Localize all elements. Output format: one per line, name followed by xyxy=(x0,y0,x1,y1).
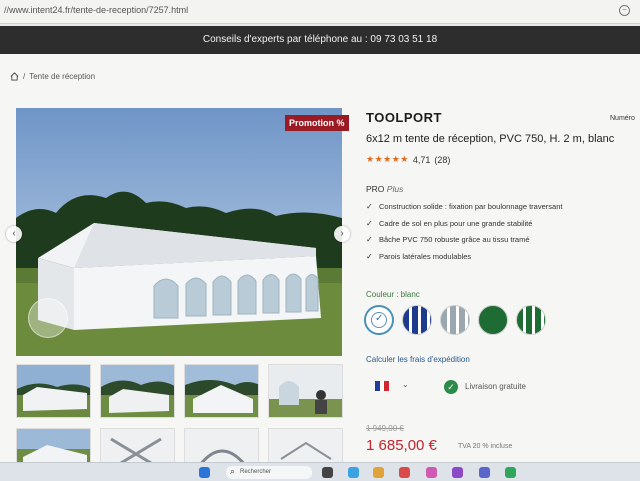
task-view-icon[interactable] xyxy=(322,467,333,478)
rating-value: 4,71 xyxy=(412,154,431,165)
taskbar-search[interactable]: Rechercher xyxy=(226,465,312,479)
color-swatch-white-selected[interactable] xyxy=(364,305,394,335)
app-icon[interactable] xyxy=(452,467,463,478)
color-swatch-green-white[interactable] xyxy=(516,305,546,335)
shipping-cost-label[interactable]: Calculer les frais d'expédition xyxy=(366,355,470,364)
list-item: ✓ Parois latérales modulables xyxy=(366,251,472,261)
current-price: 1 685,00 € xyxy=(366,437,437,454)
store-icon[interactable] xyxy=(426,467,437,478)
url-text[interactable]: //www.intent24.fr/tente-de-reception/725… xyxy=(4,5,188,15)
chevron-left-icon: ‹ xyxy=(12,228,16,239)
os-taskbar: Rechercher xyxy=(0,462,640,481)
breadcrumb-current[interactable]: Tente de réception xyxy=(29,72,95,81)
check-circle-icon xyxy=(371,312,387,328)
check-badge-icon: ✓ xyxy=(444,380,458,394)
color-swatch-green[interactable] xyxy=(478,305,508,335)
color-label: Couleur : blanc xyxy=(366,290,420,299)
pro-suffix: Plus xyxy=(386,184,404,194)
gallery-next-button[interactable]: › xyxy=(334,226,350,242)
taskbar-search-text: Rechercher xyxy=(240,469,272,475)
france-flag-icon[interactable] xyxy=(375,381,390,391)
breadcrumb: / Tente de réception xyxy=(10,72,95,81)
check-icon: ✓ xyxy=(366,202,373,211)
windows-start-icon[interactable] xyxy=(199,467,210,478)
free-shipping-text: Livraison gratuite xyxy=(465,382,526,391)
check-icon: ✓ xyxy=(366,251,373,261)
product-title: 6x12 m tente de réception, PVC 750, H. 2… xyxy=(366,133,615,145)
list-item: ✓ Construction solide : fixation par boul… xyxy=(366,202,563,211)
phone-banner: Conseils d'experts par téléphone au : 09… xyxy=(0,26,640,54)
thumbnail-2[interactable] xyxy=(100,364,175,418)
item-number-label: Numéro xyxy=(610,115,635,122)
app-icon[interactable] xyxy=(505,467,516,478)
rating-stars-icon: ★★★★★ xyxy=(366,154,409,164)
gallery-prev-button[interactable]: ‹ xyxy=(6,226,22,242)
vat-note: TVA 20 % incluse xyxy=(458,443,513,450)
chevron-down-icon[interactable]: ⌄ xyxy=(402,380,409,389)
edge-icon[interactable] xyxy=(348,467,359,478)
pro-label: PRO xyxy=(366,184,385,194)
old-price: 1 949,00 € xyxy=(366,424,404,433)
check-icon: ✓ xyxy=(366,218,373,228)
color-swatches xyxy=(364,305,546,335)
explorer-icon[interactable] xyxy=(373,467,384,478)
thumbnail-3[interactable] xyxy=(184,364,259,418)
promotion-badge: Promotion % xyxy=(285,115,349,131)
list-item: ✓ Bâche PVC 750 robuste grâce au tissu tr… xyxy=(366,235,530,244)
breadcrumb-separator: / xyxy=(23,72,26,81)
check-icon: ✓ xyxy=(366,235,373,244)
home-icon[interactable] xyxy=(10,72,19,81)
pro-plus-label: PRO Plus xyxy=(366,184,403,194)
feature-list: ✓ Construction solide : fixation par boul… xyxy=(366,202,562,268)
list-item: ✓ Cadre de sol en plus pour une grande st… xyxy=(366,218,533,228)
browser-menu-icon[interactable]: − xyxy=(619,5,630,16)
brand-logo[interactable]: TOOLPORT xyxy=(366,110,442,125)
thumbnail-strip xyxy=(16,364,346,481)
color-swatch-blue-white[interactable] xyxy=(402,305,432,335)
browser-address-bar[interactable]: //www.intent24.fr/tente-de-reception/725… xyxy=(0,0,640,24)
mail-icon[interactable] xyxy=(399,467,410,478)
rating-count[interactable]: (28) xyxy=(434,155,450,165)
zoom-overlay-icon[interactable] xyxy=(28,298,68,338)
phone-banner-text: Conseils d'experts par téléphone au : 09… xyxy=(202,34,438,45)
color-swatch-grey-white[interactable] xyxy=(440,305,470,335)
thumbnail-4[interactable] xyxy=(268,364,343,418)
chrome-icon[interactable] xyxy=(479,467,490,478)
chevron-right-icon: › xyxy=(340,228,344,239)
product-rating[interactable]: ★★★★★ 4,71 (28) xyxy=(366,154,450,165)
thumbnail-1[interactable] xyxy=(16,364,91,418)
